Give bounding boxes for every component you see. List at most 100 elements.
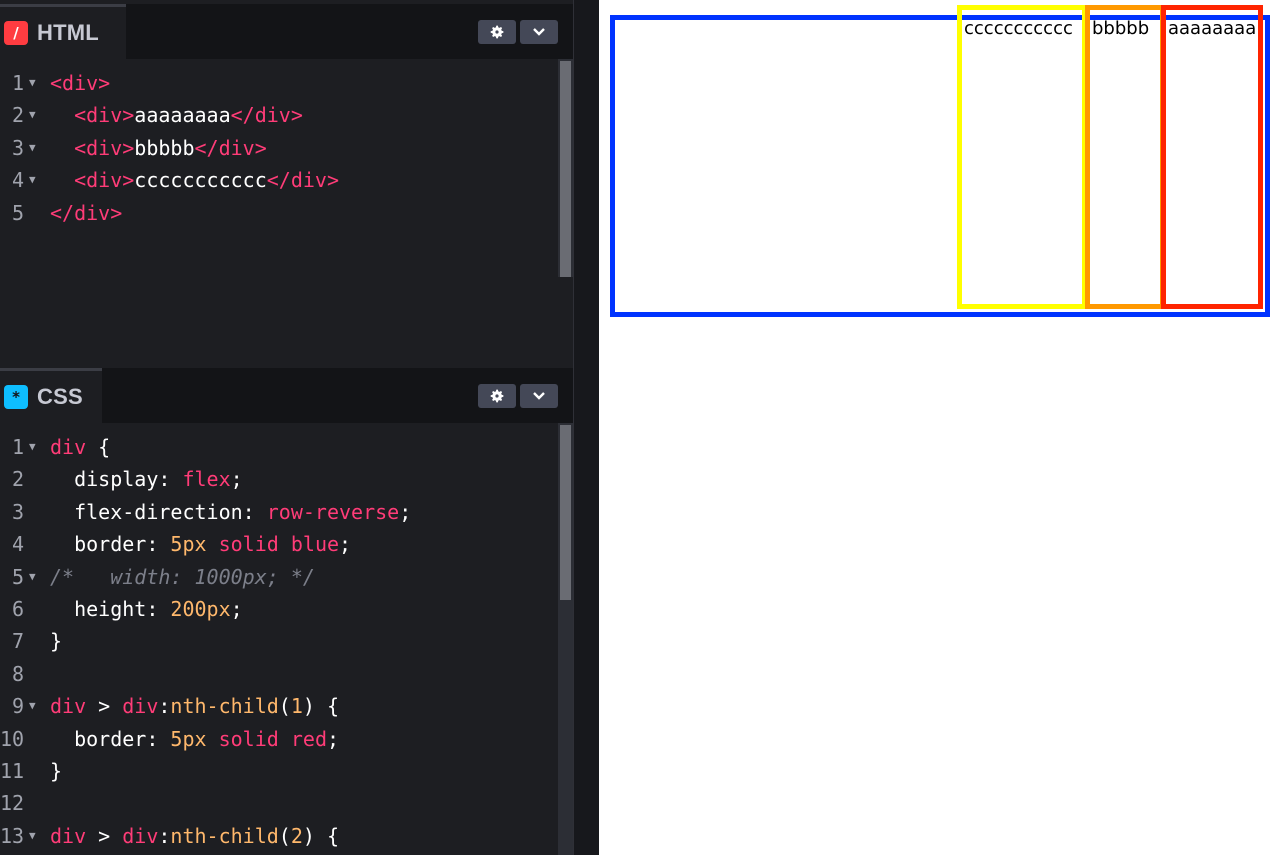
fold-arrow-icon[interactable]: ▼ [29,690,36,722]
line-number: 4 [11,532,24,557]
code-token: 2 [290,823,303,848]
code-token: aaaaaaaa [134,103,231,128]
preview-child-a: aaaaaaaa [1161,5,1263,309]
code-token: nth-child [170,694,279,719]
code-token: } [50,759,63,783]
css-scrollbar-thumb[interactable] [560,425,571,600]
code-token: red [290,726,327,751]
code-token: ( [278,694,291,719]
code-text: border: 5px solid red; [50,723,339,755]
code-text: <div>bbbbb</div> [50,132,267,164]
code-token: div [50,823,87,848]
code-text: <div>ccccccccccc</div> [50,164,339,196]
code-token: ) { [302,694,340,719]
css-tab[interactable]: * CSS [0,368,102,423]
html-settings-button[interactable] [478,20,516,44]
code-text: flex-direction: row-reverse; [50,496,411,528]
html-code-area[interactable]: 1 ▼ <div> 2 ▼ <div>aaaaaaaa</div> 3 ▼ <div>bbb… [0,59,558,366]
line-number: 1 [11,71,24,95]
css-tab-label: CSS [37,384,83,409]
code-token: </div> [266,168,339,193]
css-settings-button[interactable] [478,384,516,408]
pane-resize-divider[interactable] [573,0,600,855]
fold-arrow-icon[interactable]: ▼ [29,132,36,164]
line-number: 4 [11,168,24,193]
code-token: > [86,823,123,848]
html-panel-header: / HTML [0,4,573,59]
line-number: 12 [0,791,25,816]
code-token: ; [326,726,340,751]
code-token: <div> [50,103,135,128]
code-token: 200px [170,597,231,621]
code-token: div [122,694,159,719]
code-token: } [50,629,63,654]
code-token: : [158,823,171,848]
editor-column: / HTML 1 ▼ <div> 2 ▼ <div>aaaaaaaa</div> 3 ▼ <… [0,0,573,855]
code-text: } [50,755,62,787]
fold-arrow-icon[interactable]: ▼ [29,67,36,99]
code-text: height: 200px; [50,593,243,625]
code-text: <div> [50,67,110,99]
code-token: ; [339,532,352,557]
chevron-down-icon [533,392,545,400]
code-token: ccccccccccc [134,168,267,193]
preview-child-a-text: aaaaaaaa [1168,18,1257,39]
line-number: 1 [11,435,24,459]
code-token: div [122,823,159,848]
preview-child-b: bbbbb [1085,5,1165,309]
html-scrollbar-thumb[interactable] [560,61,571,277]
line-number: 9 [11,694,24,719]
code-text: </div> [50,197,122,229]
code-token: /* width: 1000px; */ [50,564,315,589]
code-token: <div> [50,135,135,160]
chevron-down-icon [533,28,545,36]
code-token: border: [50,532,171,557]
code-text: <div>aaaaaaaa</div> [50,99,303,131]
preview-child-c-text: ccccccccccc [964,18,1073,39]
line-number: 10 [0,726,25,751]
code-token: display: [50,467,183,492]
line-number: 3 [11,499,24,524]
code-token: </div> [50,200,123,225]
line-number: 7 [11,629,24,654]
html-collapse-button[interactable] [520,20,558,44]
code-text: display: flex; [50,463,243,495]
html-editor-panel: / HTML 1 ▼ <div> 2 ▼ <div>aaaaaaaa</div> 3 ▼ <… [0,4,573,366]
css-panel-header: * CSS [0,368,573,423]
css-code-area[interactable]: 1 ▼ div {2 display: flex; 3 flex-direction:… [0,423,558,855]
code-token: solid [218,726,279,751]
code-token: </div> [194,135,267,160]
code-token: height: [50,597,171,621]
code-token: <div> [50,71,111,95]
html-tab-label: HTML [37,20,99,45]
fold-arrow-icon[interactable]: ▼ [29,99,36,131]
code-text: /* width: 1000px; */ [50,561,315,593]
fold-arrow-icon[interactable]: ▼ [29,561,36,593]
code-token: row-reverse [266,499,400,524]
code-token: div [50,435,87,459]
code-token: bbbbb [134,135,195,160]
gear-icon [490,25,504,39]
code-token: 1 [290,694,303,719]
line-number: 3 [11,135,24,160]
fold-arrow-icon[interactable]: ▼ [29,431,36,463]
css-editor-panel: * CSS 1 ▼ div {2 display: flex; 3 flex-dire… [0,368,573,855]
html-logo-icon: / [4,21,28,45]
code-text: div > div:nth-child(2) { [50,820,339,852]
line-number: 2 [11,467,24,492]
html-tab[interactable]: / HTML [0,4,126,59]
code-token: ( [278,823,291,848]
line-number: 11 [0,759,25,783]
line-number: 6 [11,597,24,621]
code-token: ; [399,499,412,524]
fold-arrow-icon[interactable]: ▼ [29,820,36,852]
code-token: border: [50,726,171,751]
css-collapse-button[interactable] [520,384,558,408]
code-token: ; [230,467,243,492]
fold-arrow-icon[interactable]: ▼ [29,164,36,196]
code-token: nth-child [170,823,279,848]
